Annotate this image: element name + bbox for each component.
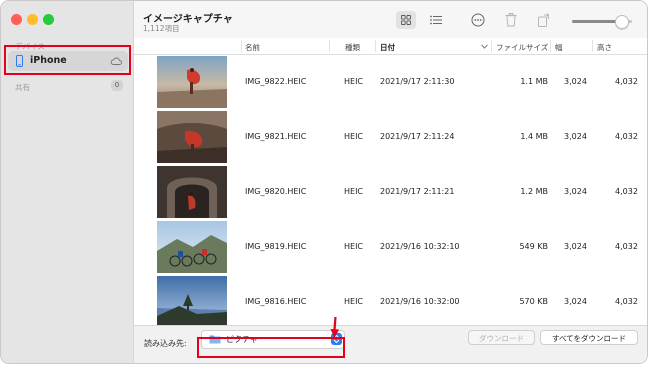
highlight-box-iphone — [4, 45, 131, 75]
image-capture-window: デバイス iPhone 共有 0 イメージキャプチャ 1,112項目 名前 種類… — [0, 0, 648, 364]
shared-section-label: 共有 — [15, 83, 30, 92]
column-header-size[interactable]: ファイルサイズ — [496, 42, 548, 53]
table-row[interactable]: IMG_9816.HEIC HEIC 2021/9/16 10:32:00 57… — [134, 275, 647, 330]
image-width: 3,024 — [564, 77, 587, 86]
slider-knob[interactable] — [615, 15, 630, 29]
arrow-pointer-icon — [330, 317, 339, 338]
file-size: 570 KB — [519, 297, 548, 306]
file-kind: HEIC — [344, 297, 364, 306]
column-divider — [329, 40, 330, 52]
file-size: 549 KB — [519, 242, 548, 251]
file-name: IMG_9816.HEIC — [245, 297, 307, 306]
delete-button[interactable] — [501, 11, 521, 29]
trash-icon — [505, 13, 517, 27]
list-view-icon — [430, 15, 442, 25]
file-kind: HEIC — [344, 132, 364, 141]
photo-thumbnail[interactable] — [157, 111, 227, 163]
file-kind: HEIC — [344, 187, 364, 196]
close-window-button[interactable] — [11, 14, 22, 25]
image-height: 4,032 — [615, 297, 638, 306]
table-row[interactable]: IMG_9820.HEIC HEIC 2021/9/17 2:11:21 1.2… — [134, 165, 647, 220]
column-divider — [375, 40, 376, 52]
file-name: IMG_9820.HEIC — [245, 187, 307, 196]
main-content: イメージキャプチャ 1,112項目 名前 種類 日付 ファイルサイズ 幅 高さ … — [134, 1, 647, 363]
file-kind: HEIC — [344, 242, 364, 251]
zoom-window-button[interactable] — [43, 14, 54, 25]
column-header-height[interactable]: 高さ — [597, 42, 612, 53]
import-to-label: 読み込み先: — [144, 339, 187, 348]
column-header-date[interactable]: 日付 — [380, 42, 395, 53]
photo-thumbnail[interactable] — [157, 166, 227, 218]
image-width: 3,024 — [564, 242, 587, 251]
column-header-width[interactable]: 幅 — [555, 42, 563, 53]
rotate-button[interactable] — [534, 11, 554, 29]
rotate-icon — [538, 13, 550, 27]
table-row[interactable]: IMG_9822.HEIC HEIC 2021/9/17 2:11:30 1.1… — [134, 55, 647, 110]
table-header: 名前 種類 日付 ファイルサイズ 幅 高さ — [134, 38, 647, 55]
image-height: 4,032 — [615, 242, 638, 251]
column-header-name[interactable]: 名前 — [245, 42, 260, 53]
image-height: 4,032 — [615, 132, 638, 141]
photo-thumbnail[interactable] — [157, 56, 227, 108]
minimize-window-button[interactable] — [27, 14, 38, 25]
column-divider — [592, 40, 593, 52]
slider-fill — [572, 20, 622, 23]
photo-thumbnail[interactable] — [157, 276, 227, 328]
file-date: 2021/9/16 10:32:00 — [380, 297, 460, 306]
highlight-box-destination — [197, 337, 345, 358]
file-date: 2021/9/17 2:11:24 — [380, 132, 455, 141]
image-width: 3,024 — [564, 297, 587, 306]
file-date: 2021/9/17 2:11:21 — [380, 187, 455, 196]
more-icon — [471, 13, 485, 27]
download-button[interactable]: ダウンロード — [468, 330, 535, 345]
file-name: IMG_9819.HEIC — [245, 242, 307, 251]
thumbnail-size-slider[interactable] — [572, 15, 632, 29]
column-divider — [550, 40, 551, 52]
toolbar: イメージキャプチャ 1,112項目 — [134, 1, 647, 39]
file-size: 1.4 MB — [520, 132, 548, 141]
grid-view-button[interactable] — [396, 11, 416, 29]
grid-view-icon — [401, 15, 411, 25]
table-row[interactable]: IMG_9819.HEIC HEIC 2021/9/16 10:32:10 54… — [134, 220, 647, 275]
more-button[interactable] — [468, 11, 488, 29]
photo-thumbnail[interactable] — [157, 221, 227, 273]
file-date: 2021/9/17 2:11:30 — [380, 77, 455, 86]
table-row[interactable]: IMG_9821.HEIC HEIC 2021/9/17 2:11:24 1.4… — [134, 110, 647, 165]
file-name: IMG_9821.HEIC — [245, 132, 307, 141]
image-width: 3,024 — [564, 132, 587, 141]
file-size: 1.2 MB — [520, 187, 548, 196]
column-divider — [491, 40, 492, 52]
file-size: 1.1 MB — [520, 77, 548, 86]
column-header-kind[interactable]: 種類 — [345, 42, 360, 53]
file-kind: HEIC — [344, 77, 364, 86]
image-width: 3,024 — [564, 187, 587, 196]
file-name: IMG_9822.HEIC — [245, 77, 307, 86]
image-height: 4,032 — [615, 77, 638, 86]
image-height: 4,032 — [615, 187, 638, 196]
item-count: 1,112項目 — [143, 24, 180, 33]
download-all-button[interactable]: すべてをダウンロード — [540, 330, 638, 345]
column-divider — [241, 40, 242, 52]
list-view-button[interactable] — [426, 11, 446, 29]
file-date: 2021/9/16 10:32:10 — [380, 242, 460, 251]
sort-descending-icon — [481, 44, 488, 49]
shared-count-badge: 0 — [111, 80, 123, 91]
